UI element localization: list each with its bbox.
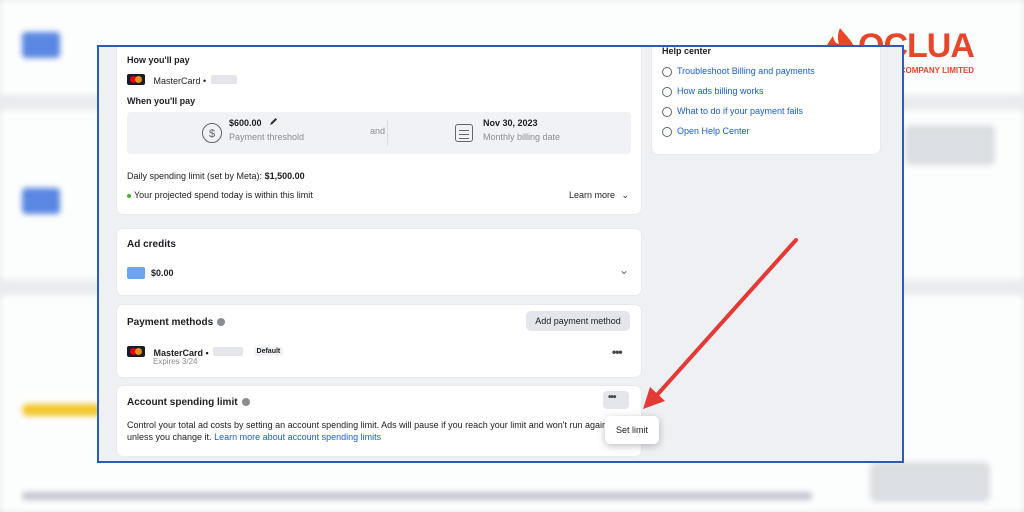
payment-card-row: MasterCard • [127, 71, 237, 89]
threshold-amount: $600.00 [229, 118, 262, 128]
help-link-troubleshoot[interactable]: Troubleshoot Billing and payments [652, 65, 880, 81]
help-center-card: Help center Troubleshoot Billing and pay… [652, 46, 880, 154]
question-icon [662, 127, 672, 137]
help-link-label: Open Help Center [677, 126, 750, 136]
ad-credits-card[interactable]: Ad credits $0.00 ⌄ [117, 229, 641, 295]
set-limit-menu: Set limit [605, 416, 659, 444]
bg-line [22, 492, 812, 500]
daily-limit-value: $1,500.00 [264, 171, 305, 181]
bg-progress [22, 404, 102, 416]
ad-credits-title: Ad credits [127, 239, 176, 250]
more-options-icon[interactable]: ••• [612, 345, 623, 359]
learn-more-label: Learn more [569, 190, 616, 200]
account-spending-limit-card: Account spending limit ••• Control your … [117, 386, 641, 456]
bg-button [905, 125, 995, 165]
and-text: and [370, 126, 386, 136]
status-dot-icon [127, 193, 131, 198]
spending-limit-more-button[interactable]: ••• [603, 391, 629, 409]
default-badge: Default [253, 347, 284, 357]
divider [387, 120, 388, 146]
card-number-mask [213, 347, 244, 357]
help-link-billing-works[interactable]: How ads billing works [652, 85, 880, 101]
daily-limit-label: Daily spending limit (set by Meta): [127, 171, 263, 181]
projected-spend-text: Your projected spend today is within thi… [134, 190, 313, 200]
more-options-icon: ••• [608, 392, 616, 403]
bg-chip [22, 188, 60, 214]
spending-limit-learn-link[interactable]: Learn more about account spending limits [214, 432, 381, 442]
help-link-open-help-center[interactable]: Open Help Center [652, 125, 880, 141]
spending-limit-description: Control your total ad costs by setting a… [127, 419, 607, 443]
credit-card-icon [127, 267, 145, 279]
billing-date: Nov 30, 2023 [483, 118, 538, 128]
ad-credits-amount: $0.00 [151, 268, 174, 278]
payment-terms-box: $ $600.00 Payment threshold and Nov 30, … [127, 112, 631, 154]
card-number-mask [210, 75, 237, 85]
info-icon[interactable] [217, 318, 226, 327]
dollar-icon: $ [202, 123, 222, 143]
daily-spending-limit: Daily spending limit (set by Meta): $1,5… [127, 171, 305, 181]
learn-more-toggle[interactable]: Learn more ⌄ [569, 190, 629, 201]
projected-spend-status: Your projected spend today is within thi… [127, 190, 313, 200]
payment-methods-card: Payment methods Add payment method Maste… [117, 305, 641, 377]
tools-icon [662, 67, 672, 77]
help-link-label: Troubleshoot Billing and payments [677, 66, 815, 76]
help-center-title: Help center [662, 46, 712, 56]
billing-caption: Monthly billing date [483, 132, 561, 142]
payment-schedule-card: How you'll pay MasterCard • When you'll … [117, 47, 641, 214]
bg-button [870, 462, 990, 502]
payment-method-row: MasterCard • Default [127, 343, 284, 361]
bg-chip [22, 32, 60, 58]
when-you-pay-label: When you'll pay [127, 96, 196, 106]
billing-settings-panel: How you'll pay MasterCard • When you'll … [97, 45, 904, 463]
threshold-caption: Payment threshold [229, 132, 305, 142]
spending-limit-title: Account spending limit [127, 397, 238, 408]
set-limit-option[interactable]: Set limit [605, 425, 659, 435]
calendar-icon [455, 124, 473, 142]
payment-methods-heading: Payment methods [127, 317, 226, 328]
help-link-label: How ads billing works [677, 86, 764, 96]
chevron-down-icon: ⌄ [621, 190, 630, 200]
globe-icon [662, 87, 672, 97]
info-icon[interactable] [241, 398, 250, 407]
payment-methods-title: Payment methods [127, 317, 214, 328]
mastercard-icon [127, 346, 145, 358]
minus-circle-icon [662, 107, 672, 117]
add-payment-method-button[interactable]: Add payment method [526, 311, 630, 331]
how-you-pay-label: How you'll pay [127, 55, 190, 65]
payment-card-name: MasterCard • [153, 76, 207, 86]
mastercard-icon [127, 74, 145, 86]
help-link-label: What to do if your payment fails [677, 106, 804, 116]
help-link-payment-fails[interactable]: What to do if your payment fails [652, 105, 880, 121]
spending-limit-heading: Account spending limit [127, 397, 250, 408]
edit-pencil-icon[interactable] [269, 117, 278, 126]
card-expiry: Expires 3/24 [153, 357, 198, 366]
chevron-down-icon[interactable]: ⌄ [619, 263, 629, 277]
